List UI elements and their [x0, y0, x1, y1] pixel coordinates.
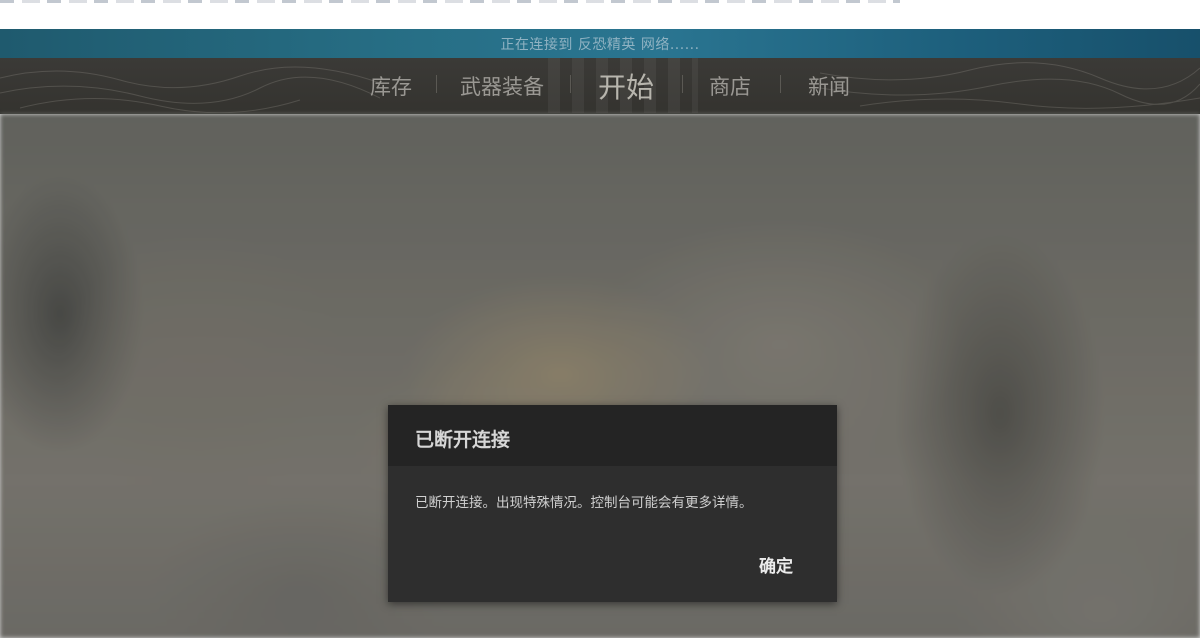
nav-separator: [780, 75, 781, 93]
top-strip: [0, 0, 1200, 29]
connection-status-bar: 正在连接到 反恐精英 网络......: [0, 29, 1200, 58]
nav-tab-store[interactable]: 商店: [709, 58, 751, 113]
ok-button[interactable]: 确定: [746, 552, 806, 577]
main-nav-items: 库存 武器装备 开始 商店 新闻: [0, 58, 1200, 113]
nav-separator: [682, 75, 683, 93]
top-strip-artifact: [0, 0, 900, 3]
dialog-title: 已断开连接: [415, 429, 511, 451]
connection-status-text: 正在连接到 反恐精英 网络......: [500, 36, 700, 53]
disconnected-dialog: 已断开连接 已断开连接。出现特殊情况。控制台可能会有更多详情。 确定: [388, 405, 837, 602]
nav-tab-loadout[interactable]: 武器装备: [460, 58, 544, 113]
nav-tab-news[interactable]: 新闻: [808, 58, 850, 113]
nav-tab-inventory[interactable]: 库存: [370, 58, 412, 113]
game-screen: 正在连接到 反恐精英 网络...... 库存 武器装备 开始 商店 新闻 已断开…: [0, 0, 1200, 638]
nav-tab-play[interactable]: 开始: [598, 58, 654, 113]
dialog-header: 已断开连接: [388, 405, 837, 466]
nav-separator: [436, 75, 437, 93]
nav-separator: [570, 75, 571, 93]
dialog-message: 已断开连接。出现特殊情况。控制台可能会有更多详情。: [415, 495, 753, 511]
